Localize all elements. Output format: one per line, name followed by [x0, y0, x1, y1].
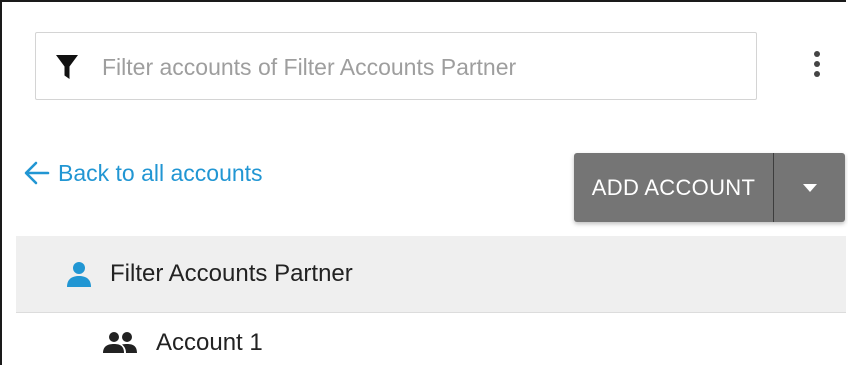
arrow-left-icon [24, 161, 50, 185]
tree-item-partner[interactable]: Filter Accounts Partner [16, 236, 846, 313]
account-tree: Filter Accounts Partner Account 1 [16, 236, 846, 373]
add-account-dropdown-button[interactable] [774, 153, 845, 222]
filter-box[interactable] [35, 32, 757, 100]
add-account-button[interactable]: ADD ACCOUNT [574, 153, 774, 222]
more-vert-icon[interactable] [805, 48, 829, 84]
back-link-label: Back to all accounts [58, 159, 263, 186]
person-icon [67, 262, 91, 287]
back-to-all-accounts-link[interactable]: Back to all accounts [24, 158, 263, 188]
add-account-split-button: ADD ACCOUNT [574, 153, 845, 222]
tree-item-label: Filter Accounts Partner [110, 260, 353, 287]
tree-item-account[interactable]: Account 1 [16, 313, 846, 373]
filter-icon [56, 55, 78, 79]
caret-down-icon [802, 183, 817, 192]
group-icon [103, 332, 137, 353]
filter-input[interactable] [102, 51, 732, 83]
tree-item-label: Account 1 [156, 329, 263, 356]
